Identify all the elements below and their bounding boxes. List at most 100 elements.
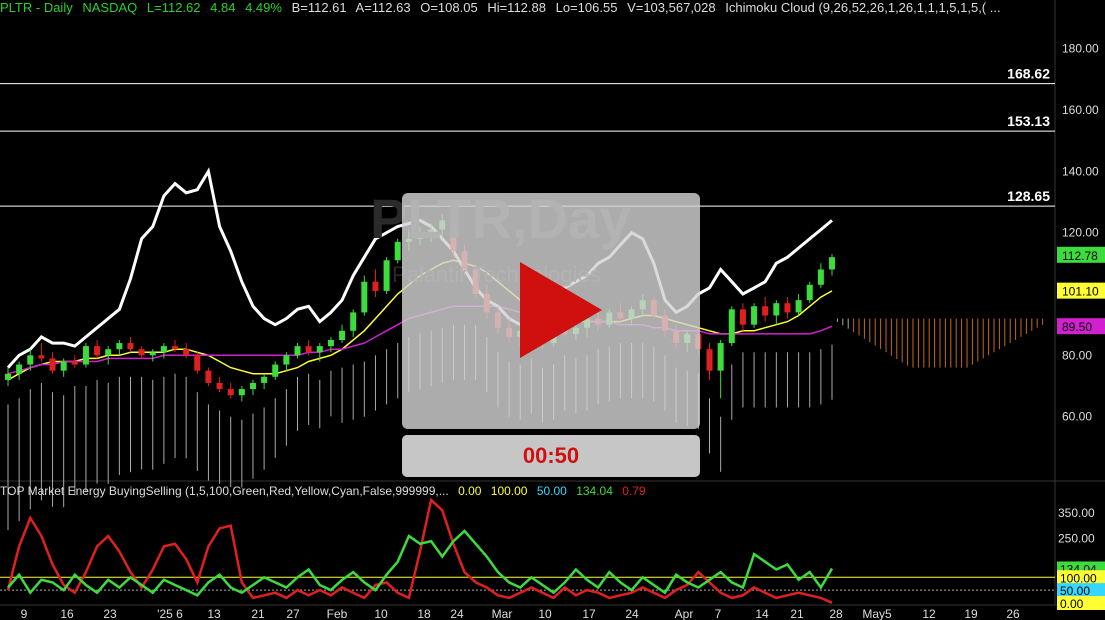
price-axis-tick: 80.00	[1062, 348, 1092, 362]
video-timer: 00:50	[402, 435, 700, 477]
candle-body	[817, 269, 824, 285]
low-price: Lo=106.55	[555, 0, 618, 15]
indicator-header: TOP Market Energy BuyingSelling (1,5,100…	[0, 484, 652, 498]
candle-body	[27, 355, 34, 365]
buying-line	[7, 529, 834, 597]
candle-body	[60, 361, 67, 371]
time-axis-tick: 10	[374, 607, 388, 620]
time-axis-tick: 13	[207, 607, 221, 620]
chart-header: PLTR - Daily NASDAQ L=112.62 4.84 4.49% …	[0, 0, 1007, 15]
candle-body	[116, 343, 123, 350]
time-axis-tick: Feb	[327, 607, 348, 620]
level-label: 168.62	[1007, 66, 1050, 82]
candle-body	[272, 364, 279, 377]
candle-body	[294, 346, 301, 356]
volume-value: V=103,567,028	[627, 0, 716, 15]
candle-body	[172, 346, 179, 350]
price-axis-tick: 140.00	[1062, 164, 1099, 178]
ask-price: A=112.63	[355, 0, 411, 15]
indicator-axis-tick: 250.00	[1058, 532, 1095, 546]
play-icon[interactable]	[520, 262, 602, 358]
candle-body	[238, 389, 245, 396]
time-axis-tick: May5	[862, 607, 892, 620]
time-axis-tick: 27	[286, 607, 300, 620]
time-axis-tick: '25 6	[157, 607, 183, 620]
candle-body	[5, 373, 11, 380]
candle-body	[71, 361, 78, 365]
candle-body	[806, 284, 813, 301]
indicator-label-text: 0.00	[1060, 597, 1084, 611]
symbol-label: PLTR - Daily	[0, 0, 73, 15]
time-axis-tick: 24	[625, 607, 639, 620]
candle-body	[194, 355, 201, 371]
candle-body	[339, 330, 346, 340]
candle-body	[149, 352, 156, 356]
candle-body	[751, 306, 758, 325]
indicator-value-2: 100.00	[490, 484, 528, 498]
time-axis-tick: 28	[829, 607, 843, 620]
time-axis-tick: 10	[538, 607, 552, 620]
price-axis-tick: 120.00	[1062, 226, 1099, 240]
change-value: 4.84	[210, 0, 236, 15]
chart-window: 180.00160.00140.00120.00100.0080.0060.00…	[0, 0, 1105, 620]
time-axis-tick: 16	[60, 607, 74, 620]
open-price: O=108.05	[420, 0, 478, 15]
candle-body	[249, 382, 256, 390]
price-axis-tick: 160.00	[1062, 103, 1099, 117]
price-label-text: 112.78	[1062, 249, 1098, 263]
candle-body	[361, 281, 368, 313]
candle-body	[762, 306, 769, 316]
indicator-value-5: 0.79	[622, 484, 646, 498]
study-label: Ichimoku Cloud (9,26,52,26,1,26,1,1,1,5,…	[725, 0, 1001, 15]
last-price: L=112.62	[146, 0, 201, 15]
candle-body	[49, 358, 56, 371]
time-axis-tick: 14	[755, 607, 769, 620]
change-percent: 4.49%	[245, 0, 282, 15]
price-axis-tick: 60.00	[1062, 410, 1092, 424]
price-label-text: 89.50	[1062, 320, 1092, 334]
exchange-label: NASDAQ	[82, 0, 138, 15]
candle-body	[739, 309, 746, 325]
candle-body	[327, 340, 334, 347]
time-axis-tick: 23	[103, 607, 117, 620]
candle-body	[94, 346, 101, 356]
indicator-axis-tick: 350.00	[1058, 506, 1095, 520]
time-axis-tick: 9	[21, 607, 28, 620]
candle-body	[138, 349, 145, 356]
time-axis-tick: 19	[964, 607, 978, 620]
candle-body	[829, 257, 835, 270]
candle-body	[82, 346, 89, 365]
candle-body	[305, 346, 312, 353]
candle-body	[183, 349, 190, 356]
selling-line	[6, 497, 833, 604]
level-label: 153.13	[1007, 113, 1050, 129]
indicator-label: TOP Market Energy BuyingSelling (1,5,100…	[0, 484, 449, 498]
time-axis-tick: 7	[715, 607, 722, 620]
time-axis-tick: 24	[450, 607, 464, 620]
high-price: Hi=112.88	[487, 0, 546, 15]
candle-body	[717, 343, 724, 371]
candle-body	[38, 355, 45, 359]
candle-body	[372, 281, 379, 291]
bid-price: B=112.61	[291, 0, 347, 15]
indicator-value-1: 0.00	[458, 484, 482, 498]
candle-body	[773, 303, 780, 316]
time-axis-tick: 17	[582, 607, 596, 620]
candle-body	[283, 355, 290, 365]
candle-body	[216, 382, 223, 390]
level-label: 128.65	[1007, 188, 1050, 204]
time-axis-tick: 18	[417, 607, 431, 620]
price-label-text: 101.10	[1062, 285, 1099, 299]
candle-body	[205, 370, 212, 383]
time-axis-tick: 12	[922, 607, 936, 620]
candle-body	[160, 346, 167, 353]
candle-body	[383, 260, 390, 291]
time-axis-tick: Mar	[492, 607, 513, 620]
indicator-value-4: 134.04	[576, 484, 613, 498]
price-axis-tick: 180.00	[1062, 42, 1099, 56]
time-axis-tick: 21	[790, 607, 804, 620]
candle-body	[16, 364, 23, 374]
candle-body	[706, 349, 713, 371]
candle-body	[316, 346, 323, 353]
candle-body	[784, 303, 791, 313]
